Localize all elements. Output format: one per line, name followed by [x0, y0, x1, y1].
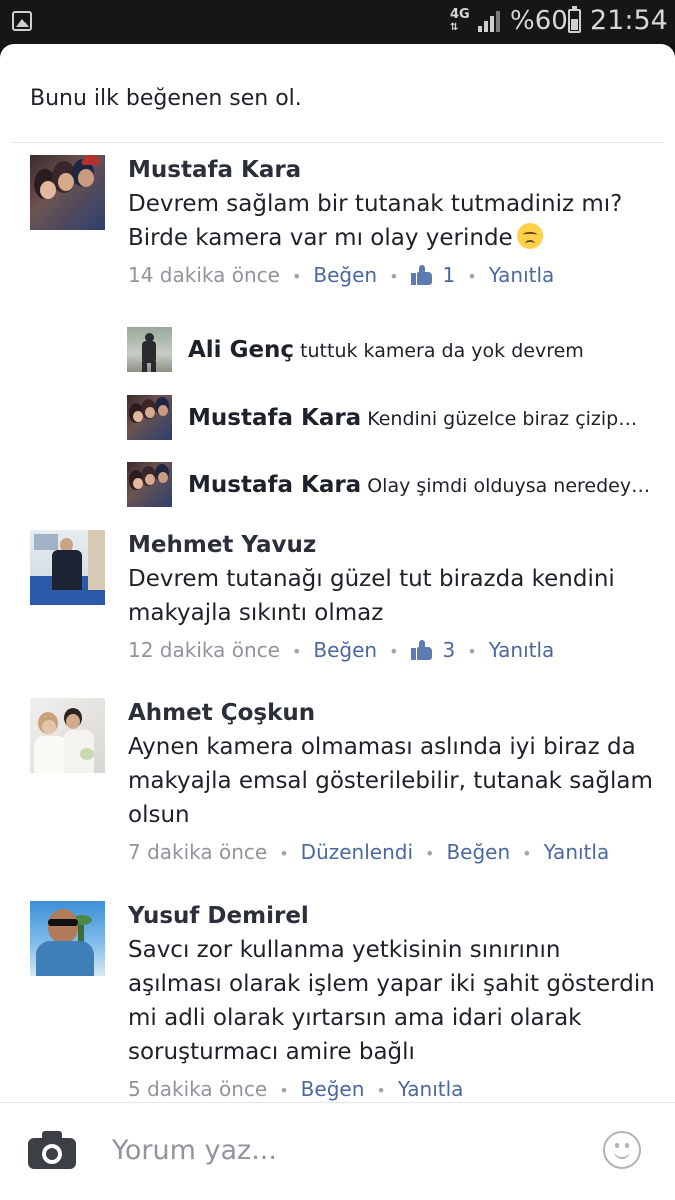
avatar[interactable] — [30, 155, 105, 230]
comment-text: Savcı zor kullanma yetkisinin sınırının … — [128, 937, 655, 1065]
separator: • — [425, 844, 435, 863]
reply-author[interactable]: Mustafa Kara — [188, 472, 361, 498]
likes-summary[interactable]: Bunu ilk beğenen sen ol. — [30, 86, 302, 111]
avatar[interactable] — [127, 462, 172, 507]
comment-text: Devrem sağlam bir tutanak tutmadiniz mı?… — [128, 187, 658, 255]
edited-label[interactable]: Düzenlendi — [301, 840, 413, 864]
comment-author[interactable]: Ahmet Çoşkun — [128, 698, 658, 728]
camera-icon[interactable] — [28, 1131, 76, 1169]
reply-button[interactable]: Yanıtla — [544, 840, 610, 864]
avatar[interactable] — [127, 327, 172, 372]
like-button[interactable]: Beğen — [301, 1077, 365, 1101]
comment-meta: 12 dakika önce • Beğen • 3 • Yanıtla — [128, 636, 658, 666]
separator: • — [389, 267, 399, 286]
status-bar: 4G ⇅ %60 21:54 — [0, 0, 675, 44]
thumbs-up-icon — [410, 265, 433, 285]
reply-button[interactable]: Yanıtla — [489, 263, 555, 287]
reply-text: Kendini güzelce biraz çizip… — [367, 408, 638, 430]
network-indicator: 4G ⇅ — [450, 8, 470, 34]
reply-item[interactable]: Mustafa Kara Olay şimdi olduysa neredey… — [127, 462, 648, 508]
clock: 21:54 — [590, 5, 668, 36]
like-count[interactable]: 1 — [410, 263, 456, 287]
comment-author[interactable]: Mustafa Kara — [128, 155, 658, 185]
like-count-value: 3 — [442, 638, 456, 662]
comment-input[interactable]: Yorum yaz... — [112, 1131, 572, 1171]
reply-item[interactable]: Ali Genç tuttuk kamera da yok devrem — [127, 327, 647, 373]
battery-icon — [568, 6, 581, 33]
comment-text-content: Devrem sağlam bir tutanak tutmadiniz mı?… — [128, 191, 623, 251]
comment-meta: 7 dakika önce • Düzenlendi • Beğen • Yanıtla — [128, 838, 658, 868]
comment-time: 5 dakika önce — [128, 1077, 268, 1101]
comment-time: 14 dakika önce — [128, 263, 280, 287]
signal-icon — [478, 10, 502, 32]
reply-author[interactable]: Mustafa Kara — [188, 405, 361, 431]
avatar[interactable] — [30, 901, 105, 976]
comment-text: Aynen kamera olmaması aslında iyi biraz … — [128, 734, 653, 828]
separator: • — [522, 844, 532, 863]
comment-time: 12 dakika önce — [128, 638, 280, 662]
separator: • — [291, 642, 302, 661]
reply-text: Olay şimdi olduysa neredey… — [367, 475, 648, 497]
separator: • — [279, 844, 289, 863]
like-count[interactable]: 3 — [410, 638, 456, 662]
divider — [12, 142, 663, 143]
comment-time: 7 dakika önce — [128, 840, 268, 864]
comment-meta: 14 dakika önce • Beğen • 1 • Yanıtla — [128, 261, 658, 291]
separator: • — [467, 642, 477, 661]
disappointed-face-icon — [516, 223, 543, 249]
network-type: 4G — [450, 7, 470, 22]
like-button[interactable]: Beğen — [446, 840, 510, 864]
separator: • — [291, 267, 302, 286]
separator: • — [279, 1081, 289, 1100]
like-button[interactable]: Beğen — [313, 263, 377, 287]
thumbs-up-icon — [410, 640, 433, 660]
avatar[interactable] — [127, 395, 172, 440]
comments-sheet: Bunu ilk beğenen sen ol. Mustafa Kara De… — [0, 44, 675, 1200]
like-button[interactable]: Beğen — [313, 638, 377, 662]
comment-author[interactable]: Mehmet Yavuz — [128, 530, 658, 560]
separator: • — [376, 1081, 386, 1100]
gallery-notification-icon — [12, 11, 32, 31]
emoji-icon[interactable] — [603, 1131, 641, 1169]
reply-text: tuttuk kamera da yok devrem — [300, 340, 584, 362]
reply-author[interactable]: Ali Genç — [188, 337, 294, 363]
comment-author[interactable]: Yusuf Demirel — [128, 901, 658, 931]
comment-text: Devrem tutanağı güzel tut birazda kendin… — [128, 566, 615, 626]
like-count-value: 1 — [442, 263, 456, 287]
battery-percent: %60 — [510, 6, 568, 36]
reply-button[interactable]: Yanıtla — [398, 1077, 464, 1101]
separator: • — [389, 642, 399, 661]
reply-button[interactable]: Yanıtla — [489, 638, 555, 662]
data-arrows-icon: ⇅ — [450, 22, 460, 33]
comment-composer: Yorum yaz... — [0, 1102, 675, 1200]
avatar[interactable] — [30, 530, 105, 605]
comment-meta: 5 dakika önce • Beğen • Yanıtla — [128, 1075, 658, 1105]
avatar[interactable] — [30, 698, 105, 773]
separator: • — [467, 267, 477, 286]
reply-item[interactable]: Mustafa Kara Kendini güzelce biraz çizip… — [127, 395, 647, 441]
